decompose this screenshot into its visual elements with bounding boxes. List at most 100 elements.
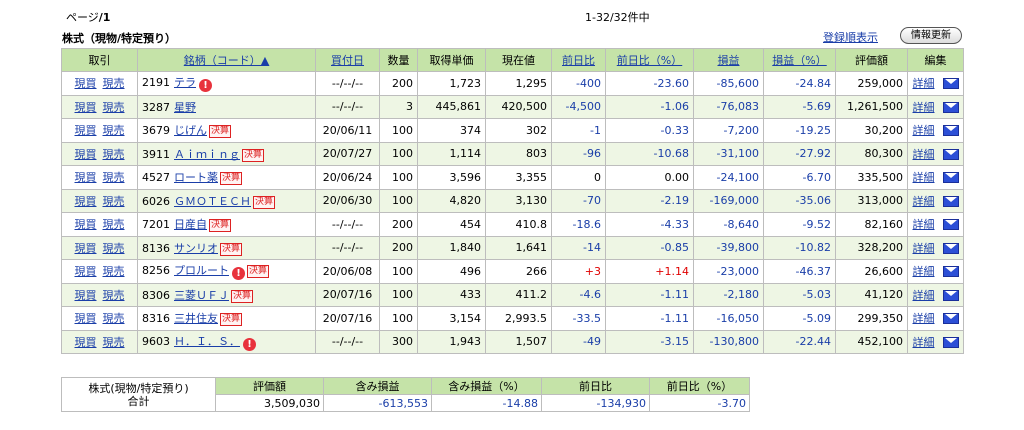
buy-link[interactable]: 現買 [75,265,97,278]
buy-link[interactable]: 現買 [75,101,97,114]
earnings-badge[interactable]: 決算 [220,172,243,186]
buy-link[interactable]: 現買 [75,242,97,255]
detail-link[interactable]: 詳細 [913,101,935,114]
trade-cell: 現買 現売 [61,188,138,213]
earnings-badge[interactable]: 決算 [242,148,265,162]
mail-icon[interactable] [942,125,959,137]
mail-icon[interactable] [942,313,959,325]
detail-link[interactable]: 詳細 [913,124,935,137]
buy-link[interactable]: 現買 [75,148,97,161]
buy-link[interactable]: 現買 [75,124,97,137]
mail-icon[interactable] [942,148,959,160]
stock-name-link[interactable]: 三菱ＵＦＪ [174,289,229,302]
change-cell: -4.6 [551,282,606,307]
buy-link[interactable]: 現買 [75,218,97,231]
detail-link[interactable]: 詳細 [913,218,935,231]
sort-buy-date-link[interactable]: 買付日 [331,54,364,67]
mail-icon[interactable] [942,101,959,113]
detail-link[interactable]: 詳細 [913,77,935,90]
detail-link[interactable]: 詳細 [913,312,935,325]
cost-cell: 1,840 [417,235,486,260]
stock-name-link[interactable]: プロルート [174,264,229,277]
earnings-badge[interactable]: 決算 [209,125,232,139]
mail-icon[interactable] [942,266,959,278]
edit-cell: 詳細 [907,71,964,96]
buy-link[interactable]: 現買 [75,312,97,325]
alert-icon[interactable]: ! [243,337,256,351]
sell-link[interactable]: 現売 [103,124,125,137]
stock-name-link[interactable]: 日産自 [174,218,207,231]
sort-change-pct-link[interactable]: 前日比（%） [617,54,682,67]
sell-link[interactable]: 現売 [103,312,125,325]
sort-pl-link[interactable]: 損益 [718,54,740,67]
detail-link[interactable]: 詳細 [913,265,935,278]
earnings-badge[interactable]: 決算 [253,195,276,209]
alert-icon[interactable]: ! [199,79,212,93]
mail-icon[interactable] [942,242,959,254]
sell-link[interactable]: 現売 [103,242,125,255]
change-cell: -1 [551,118,606,143]
sort-change-link[interactable]: 前日比 [562,54,595,67]
change-pct-cell: 0.00 [605,165,694,190]
detail-link[interactable]: 詳細 [913,242,935,255]
change-pct-cell: -23.60 [605,71,694,96]
buy-link[interactable]: 現買 [75,171,97,184]
mail-icon[interactable] [942,172,959,184]
stock-name-link[interactable]: テラ [174,76,196,89]
registration-order-link[interactable]: 登録順表示 [823,29,878,45]
sort-name-link[interactable]: 銘柄（コード）▲ [184,54,269,67]
mail-icon[interactable] [942,195,959,207]
stock-name-link[interactable]: じげん [174,124,207,137]
sell-link[interactable]: 現売 [103,218,125,231]
stock-name-link[interactable]: ロート薬 [174,171,218,184]
sell-link[interactable]: 現売 [103,77,125,90]
buy-link[interactable]: 現買 [75,77,97,90]
earnings-badge[interactable]: 決算 [220,313,243,327]
buy-link[interactable]: 現買 [75,336,97,349]
change-cell: -14 [551,235,606,260]
sell-link[interactable]: 現売 [103,265,125,278]
detail-link[interactable]: 詳細 [913,195,935,208]
buy-link[interactable]: 現買 [75,289,97,302]
sell-link[interactable]: 現売 [103,171,125,184]
col-change[interactable]: 前日比 [551,48,606,72]
earnings-badge[interactable]: 決算 [209,219,232,233]
table-row: 現買 現売 6026 ＧＭＯＴＥＣＨ 決算 20/06/30 100 4,820 3,130 -7… [61,188,964,213]
alert-icon[interactable]: ! [232,267,245,281]
mail-icon[interactable] [942,78,959,90]
stock-name-link[interactable]: 三井住友 [174,312,218,325]
detail-link[interactable]: 詳細 [913,171,935,184]
col-change-pct[interactable]: 前日比（%） [605,48,694,72]
refresh-button[interactable]: 情報更新 [900,27,962,44]
detail-link[interactable]: 詳細 [913,336,935,349]
value-cell: 259,000 [835,71,908,96]
detail-link[interactable]: 詳細 [913,148,935,161]
mail-icon[interactable] [942,219,959,231]
name-cell: 2191 テラ! [137,71,316,96]
sell-link[interactable]: 現売 [103,336,125,349]
stock-name-link[interactable]: ＧＭＯＴＥＣＨ [174,195,251,208]
col-qty: 数量 [379,48,418,72]
col-name[interactable]: 銘柄（コード）▲ [137,48,316,72]
stock-name-link[interactable]: サンリオ [174,242,218,255]
mail-icon[interactable] [942,336,959,348]
sort-pl-pct-link[interactable]: 損益（%） [772,54,826,67]
buy-link[interactable]: 現買 [75,195,97,208]
earnings-badge[interactable]: 決算 [220,242,243,256]
stock-name-link[interactable]: 星野 [174,101,196,114]
col-buy-date[interactable]: 買付日 [315,48,380,72]
change-pct-cell: -1.11 [605,282,694,307]
col-pl[interactable]: 損益 [693,48,764,72]
stock-name-link[interactable]: Ｈ．Ｉ．Ｓ． [174,335,240,348]
sell-link[interactable]: 現売 [103,289,125,302]
earnings-badge[interactable]: 決算 [231,289,254,303]
sell-link[interactable]: 現売 [103,195,125,208]
mail-icon[interactable] [942,289,959,301]
stock-name-link[interactable]: Ａｉｍｉｎｇ [174,148,240,161]
earnings-badge[interactable]: 決算 [247,265,270,279]
sell-link[interactable]: 現売 [103,148,125,161]
sell-link[interactable]: 現売 [103,101,125,114]
col-cost: 取得単価 [417,48,486,72]
detail-link[interactable]: 詳細 [913,289,935,302]
col-pl-pct[interactable]: 損益（%） [763,48,836,72]
